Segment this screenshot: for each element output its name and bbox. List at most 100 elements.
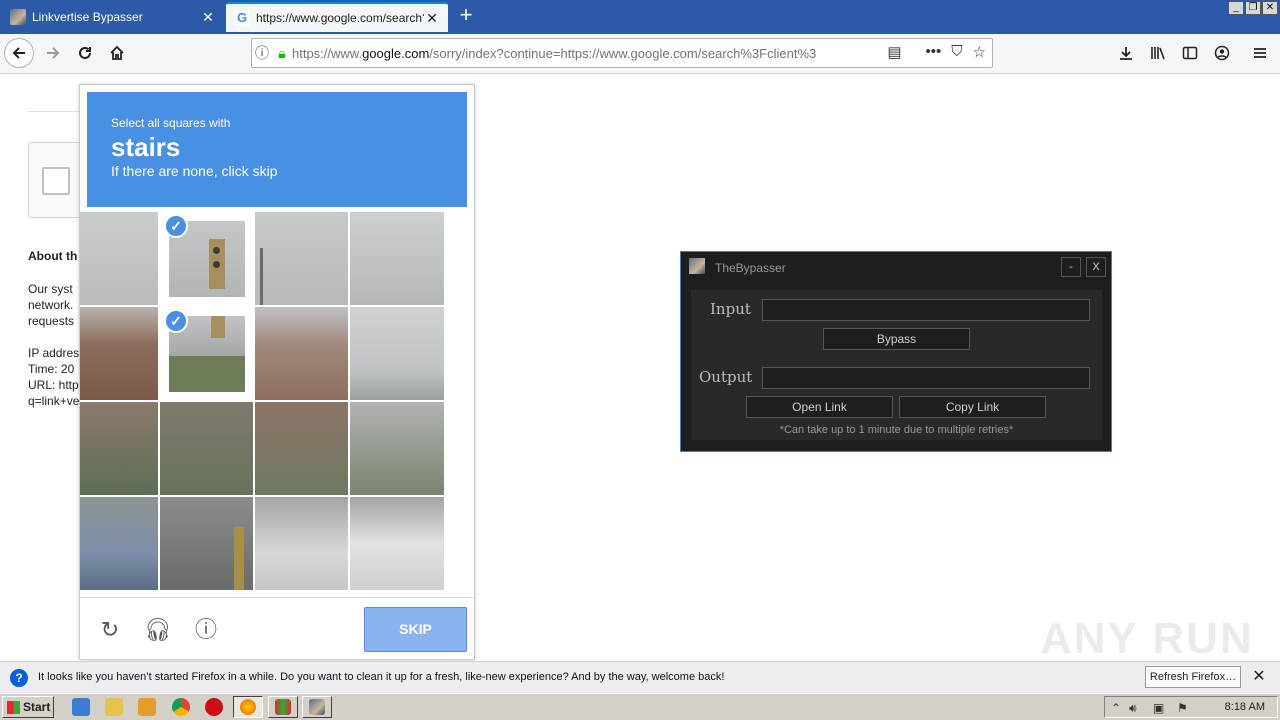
reload-challenge-icon[interactable]: ↻ <box>96 616 124 644</box>
folder-icon[interactable] <box>105 698 123 716</box>
reload-button[interactable] <box>70 38 100 68</box>
bypasser-taskbar-button[interactable] <box>302 696 332 718</box>
account-button[interactable] <box>1207 38 1237 68</box>
start-button[interactable]: Start <box>2 696 54 718</box>
close-notification-icon[interactable]: ✕ <box>1250 668 1268 686</box>
network-icon[interactable]: ▣ <box>1153 701 1164 715</box>
action-center-flag-icon[interactable]: ⚑ <box>1177 701 1188 715</box>
opera-icon[interactable] <box>205 698 223 716</box>
challenge-instructions: Select all squares with stairs If there … <box>87 92 467 207</box>
audio-challenge-headphones-icon[interactable]: 🎧︎ <box>144 616 172 644</box>
selected-check-icon: ✓ <box>164 309 188 333</box>
selected-check-icon: ✓ <box>164 214 188 238</box>
grid-tile[interactable] <box>255 402 348 495</box>
instruction-text: Select all squares with <box>111 116 231 130</box>
new-tab-button[interactable]: + <box>454 4 478 28</box>
grid-tile[interactable] <box>80 307 158 400</box>
close-tab-icon[interactable]: ✕ <box>200 9 216 25</box>
help-info-icon[interactable]: ⓘ <box>192 616 220 644</box>
bypasser-minimize-button[interactable]: - <box>1061 257 1081 277</box>
media-player-icon[interactable] <box>138 698 156 716</box>
grid-tile[interactable] <box>350 497 444 590</box>
notification-text: It looks like you haven’t started Firefo… <box>38 671 725 683</box>
recaptcha-checkbox[interactable] <box>42 167 70 195</box>
url-prefix: https://www. <box>292 45 363 61</box>
bypasser-titlebar[interactable]: TheBypasser - X <box>681 252 1111 282</box>
bypasser-app-icon <box>689 258 705 274</box>
bookmark-star-icon[interactable]: ☆ <box>973 43 986 61</box>
grid-tile[interactable] <box>350 212 444 305</box>
home-icon <box>110 45 124 60</box>
grid-tile[interactable] <box>80 497 158 590</box>
chrome-icon[interactable] <box>172 698 190 716</box>
url-text[interactable]: https://www.google.com/sorry/index?conti… <box>292 46 852 61</box>
lock-icon[interactable]: 🔒︎ <box>272 45 292 62</box>
grid-tile[interactable] <box>160 402 253 495</box>
volume-icon[interactable]: 🔊︎ <box>1129 701 1137 716</box>
reader-view-icon[interactable]: ▤ <box>887 43 901 61</box>
sidebar-button[interactable] <box>1175 38 1205 68</box>
app-icon <box>275 699 291 715</box>
back-arrow-icon <box>12 47 25 59</box>
bypasser-panel: Input Bypass Output Open Link Copy Link … <box>691 290 1102 440</box>
skip-button[interactable]: SKIP <box>364 607 467 652</box>
input-label: Input <box>710 300 751 318</box>
clock[interactable]: 8:18 AM <box>1225 701 1265 713</box>
bypasser-icon <box>309 699 325 715</box>
grid-tile[interactable] <box>255 212 348 305</box>
taskbar: Start ⌃ 🔊︎ ▣ ⚑ 8:18 AM <box>0 693 1280 720</box>
grid-tile[interactable] <box>350 307 444 400</box>
page-actions-icon[interactable]: ••• <box>926 43 942 61</box>
menu-button[interactable] <box>1245 38 1275 68</box>
bypasser-favicon-icon <box>10 9 26 25</box>
output-field[interactable] <box>762 367 1090 389</box>
tab-linkvertise-bypasser[interactable]: Linkvertise Bypasser ✕ <box>2 2 224 32</box>
tray-expand-icon[interactable]: ⌃ <box>1111 701 1121 715</box>
bypass-button[interactable]: Bypass <box>823 328 970 350</box>
grid-tile[interactable] <box>350 402 444 495</box>
window-restore-button[interactable]: ❐ <box>1245 1 1261 15</box>
forward-button[interactable] <box>38 38 68 68</box>
app-taskbar-button[interactable] <box>268 696 298 718</box>
question-icon: ? <box>10 669 28 687</box>
url-bar[interactable]: ⓘ 🔒︎ https://www.google.com/sorry/index?… <box>251 38 993 68</box>
desktop: Linkvertise Bypasser ✕ G https://www.goo… <box>0 0 1280 720</box>
target-object: stairs <box>111 132 181 162</box>
url-path: /sorry/index?continue=https://www.google… <box>429 45 817 61</box>
grid-tile[interactable] <box>255 307 348 400</box>
grid-tile[interactable] <box>80 212 158 305</box>
close-tab-icon[interactable]: ✕ <box>424 10 440 26</box>
library-icon <box>1151 47 1165 60</box>
system-tray: ⌃ 🔊︎ ▣ ⚑ 8:18 AM <box>1104 696 1278 718</box>
open-link-button[interactable]: Open Link <box>746 396 893 418</box>
bypasser-close-button[interactable]: X <box>1086 257 1106 277</box>
google-favicon-icon: G <box>234 10 250 26</box>
query-line: q=link+ve <box>28 394 80 408</box>
downloads-button[interactable] <box>1111 38 1141 68</box>
copy-link-button[interactable]: Copy Link <box>899 396 1046 418</box>
tab-google-search[interactable]: G https://www.google.com/search?c ✕ <box>226 2 448 32</box>
pocket-icon[interactable]: ⛉ <box>951 43 962 61</box>
home-button[interactable] <box>102 38 132 68</box>
input-field[interactable] <box>762 299 1090 321</box>
refresh-firefox-button[interactable]: Refresh Firefox… <box>1145 666 1241 688</box>
grid-tile[interactable] <box>80 402 158 495</box>
library-button[interactable] <box>1143 38 1173 68</box>
time-line: Time: 20 <box>28 362 75 376</box>
internet-explorer-icon[interactable] <box>72 698 90 716</box>
tab-label: https://www.google.com/search?c <box>256 11 424 25</box>
back-button[interactable] <box>4 38 34 68</box>
retry-note: *Can take up to 1 minute due to multiple… <box>779 424 1014 436</box>
image-grid <box>80 212 444 592</box>
forward-arrow-icon <box>47 47 60 59</box>
firefox-taskbar-button[interactable] <box>233 696 263 718</box>
window-minimize-button[interactable]: _ <box>1228 1 1244 15</box>
grid-tile[interactable] <box>255 497 348 590</box>
about-heading: About th <box>28 249 78 263</box>
firefox-notification-bar: ? It looks like you haven’t started Fire… <box>0 661 1280 693</box>
window-close-button[interactable]: ✕ <box>1262 1 1278 15</box>
url-actions: ▤ ••• ⛉ ☆ <box>887 43 986 61</box>
info-icon[interactable]: ⓘ <box>252 43 272 63</box>
about-text-line: requests <box>28 314 75 328</box>
grid-tile[interactable] <box>160 497 253 590</box>
